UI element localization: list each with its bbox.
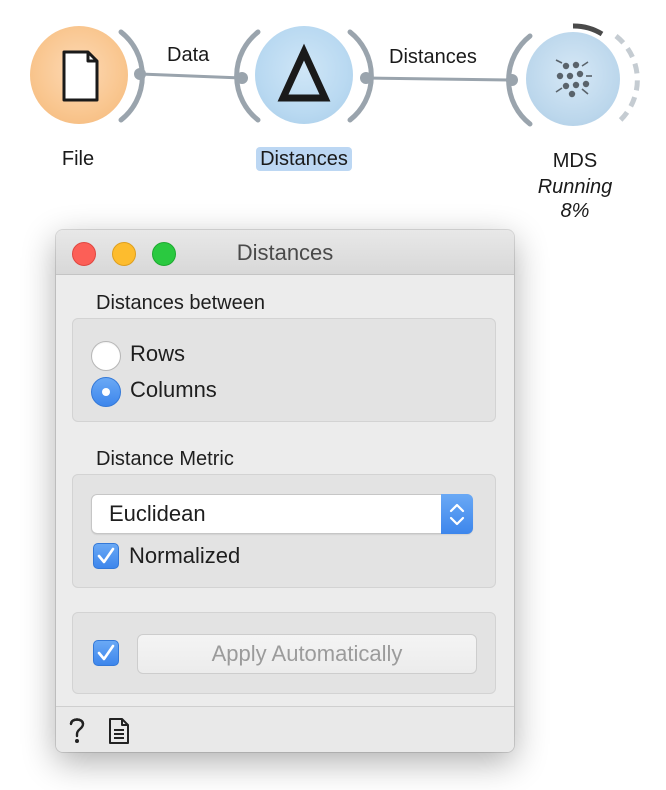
file-icon: [62, 50, 99, 102]
distances-between-group: [72, 318, 496, 422]
select-arrows-icon[interactable]: [441, 494, 473, 534]
distance-metric-title: Distance Metric: [96, 448, 234, 470]
file-output-anchor[interactable]: [134, 68, 146, 80]
checkmark-icon: [97, 547, 115, 564]
mds-node-label[interactable]: MDS: [540, 150, 610, 173]
report-icon[interactable]: [108, 717, 130, 745]
link-distances[interactable]: [365, 76, 513, 82]
rows-label[interactable]: Rows: [130, 341, 185, 367]
file-node[interactable]: [30, 26, 128, 124]
mds-scatter-icon: [555, 59, 592, 98]
normalized-checkbox[interactable]: [93, 543, 119, 569]
link-distances-label: Distances: [389, 46, 477, 68]
distances-node[interactable]: [255, 26, 353, 124]
window-title: Distances: [236, 240, 334, 265]
question-icon[interactable]: [66, 715, 88, 745]
title-bar[interactable]: Distances: [56, 230, 514, 275]
apply-button[interactable]: Apply Automatically: [137, 634, 477, 674]
distances-node-label[interactable]: Distances: [246, 147, 362, 171]
distances-between-title: Distances between: [96, 292, 265, 314]
apply-auto-checkbox[interactable]: [93, 640, 119, 666]
distances-node-label-text: Distances: [256, 147, 352, 171]
normalized-label[interactable]: Normalized: [129, 543, 240, 569]
status-bar: [56, 706, 514, 752]
link-data[interactable]: [139, 72, 243, 80]
link-data-label: Data: [167, 44, 210, 66]
workflow-canvas[interactable]: File Distances MDS Running 8% Data Dista…: [0, 0, 666, 230]
distances-window: Distances Distances between Rows Columns…: [56, 230, 514, 752]
mds-node[interactable]: [526, 32, 620, 126]
file-node-label[interactable]: File: [48, 148, 108, 171]
columns-label[interactable]: Columns: [130, 377, 217, 403]
columns-radio[interactable]: [91, 377, 121, 407]
distances-output-anchor[interactable]: [360, 72, 372, 84]
mds-input-anchor[interactable]: [506, 74, 518, 86]
metric-select[interactable]: Euclidean: [91, 494, 473, 534]
mds-progress-text: 8%: [560, 200, 590, 222]
rows-radio[interactable]: [91, 341, 121, 371]
metric-select-value: Euclidean: [109, 501, 206, 526]
checkmark-icon: [97, 644, 115, 661]
distances-input-anchor[interactable]: [236, 72, 248, 84]
delta-icon: [277, 43, 331, 102]
mds-status: Running: [537, 176, 613, 198]
